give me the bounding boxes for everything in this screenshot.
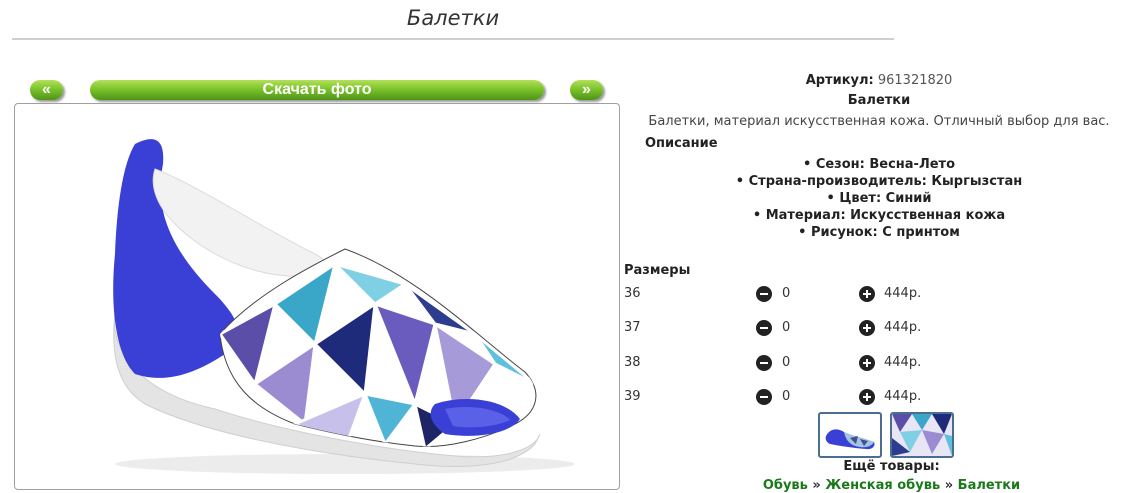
size-value: 39 [624,388,641,404]
thumbnail-pattern[interactable] [890,412,954,458]
size-value: 37 [624,320,641,336]
minus-icon[interactable] [756,286,772,302]
size-value: 36 [624,286,641,301]
breadcrumb-link-womens-shoes[interactable]: Женская обувь [825,478,940,493]
minus-icon[interactable] [756,354,772,371]
product-photo[interactable] [14,103,620,490]
property-item: Материал: Искусственная кожа [624,207,1134,224]
size-row: 38 0 444р. [624,350,1134,384]
article-label: Артикул: [805,73,874,88]
price-value: 444р. [884,388,922,404]
article-value: 961321820 [877,73,953,88]
breadcrumb-link-shoes[interactable]: Обувь [763,478,808,493]
size-row: 36 0 444р. [624,281,1134,315]
breadcrumb: Обувь » Женская обувь » Балетки [624,478,1137,493]
breadcrumb-separator: » [812,478,821,493]
property-item: Страна-производитель: Кыргызстан [624,173,1134,190]
quantity-value: 0 [782,286,791,301]
quantity-value: 0 [782,388,791,404]
more-products-label: Ещё товары: [843,459,940,474]
page-title: Балетки [12,6,894,40]
price-value: 444р. [884,354,922,370]
quantity-value: 0 [782,320,791,336]
download-photo-button[interactable]: Скачать фото [90,80,544,100]
plus-icon[interactable] [859,320,875,337]
thumbnail-pattern-image [892,414,952,456]
thumbnail-shoe[interactable] [818,412,882,458]
size-row: 37 0 444р. [624,315,1134,349]
product-info: Артикул: 961321820 Балетки Балетки, мате… [624,72,1134,418]
sizes-heading: Размеры [624,263,691,278]
next-photo-button[interactable]: » [570,80,603,100]
property-item: Сезон: Весна-Лето [624,156,1134,173]
shoe-image [113,139,575,474]
price-value: 444р. [884,286,922,301]
size-value: 38 [624,354,641,370]
breadcrumb-separator: » [944,478,954,493]
minus-icon[interactable] [756,388,772,405]
property-item: Рисунок: С принтом [624,224,1134,241]
quantity-value: 0 [782,354,791,370]
plus-icon[interactable] [859,354,875,371]
plus-icon[interactable] [859,286,875,302]
description-heading: Описание [645,136,718,151]
minus-icon[interactable] [756,320,772,337]
article-line: Артикул: 961321820 [624,72,1134,92]
product-name: Балетки [847,93,911,108]
plus-icon[interactable] [859,388,875,405]
product-description: Балетки, материал искусственная кожа. От… [648,114,1110,129]
properties-list: Сезон: Весна-Лето Страна-производитель: … [624,156,1134,241]
breadcrumb-link-ballet-flats[interactable]: Балетки [958,478,1021,493]
thumbnail-shoe-image [825,429,875,450]
price-value: 444р. [884,320,922,336]
property-item: Цвет: Синий [624,190,1134,207]
prev-photo-button[interactable]: « [30,80,63,100]
